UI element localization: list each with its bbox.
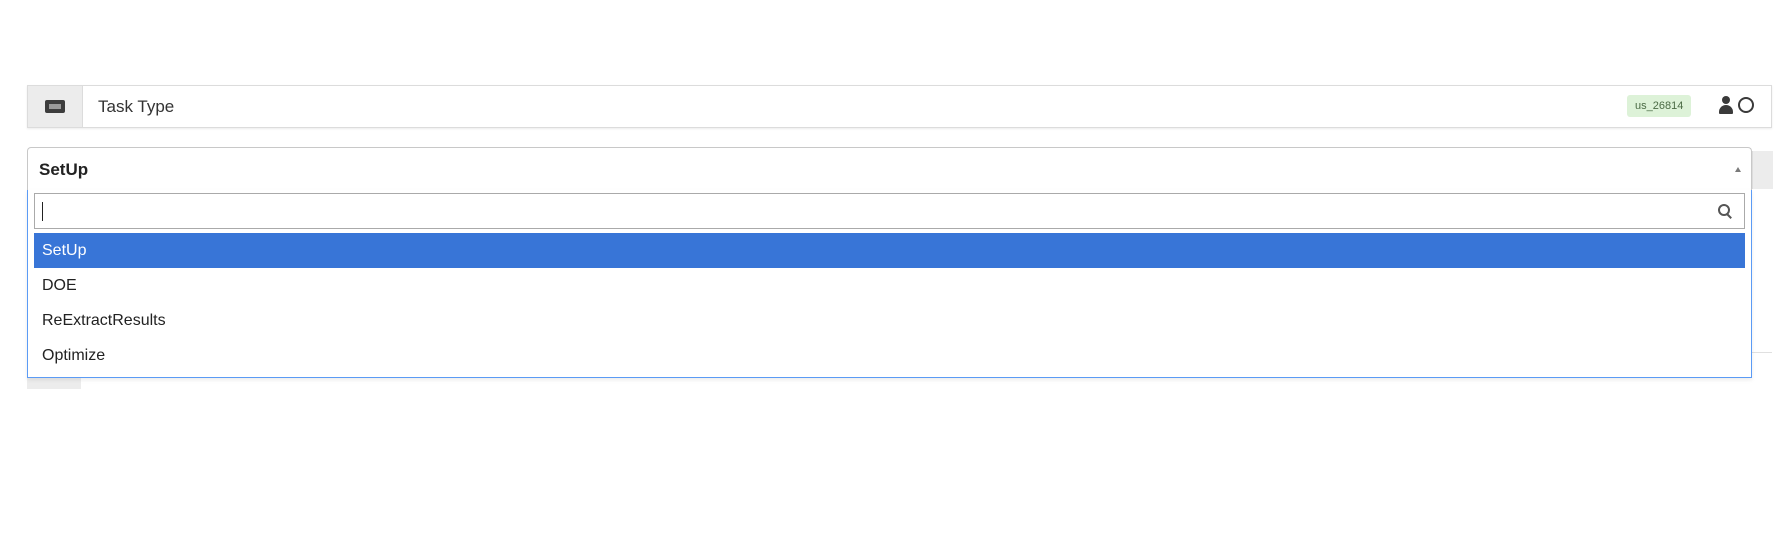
- task-type-row: Task Type us_26814: [27, 85, 1772, 128]
- text-cursor: [42, 202, 43, 221]
- task-type-select[interactable]: SetUp: [27, 147, 1752, 191]
- dropdown-panel: SetUp DOE ReExtractResults Optimize: [27, 190, 1752, 378]
- task-type-label: Task Type: [98, 97, 175, 116]
- option-setup[interactable]: SetUp: [34, 233, 1745, 268]
- person-icon[interactable]: [1718, 96, 1734, 116]
- option-optimize[interactable]: Optimize: [34, 338, 1745, 373]
- option-doe[interactable]: DOE: [34, 268, 1745, 303]
- task-type-icon-cell: [28, 86, 83, 127]
- dropdown-search[interactable]: [34, 193, 1745, 229]
- side-button-stub[interactable]: [1752, 151, 1773, 189]
- search-icon: [1718, 204, 1732, 218]
- page: Task Type us_26814 SetUp SetUp DOE ReExt…: [0, 0, 1783, 551]
- user-badge: us_26814: [1627, 95, 1692, 117]
- option-reextractresults[interactable]: ReExtractResults: [34, 303, 1745, 338]
- id-card-icon: [45, 100, 65, 113]
- search-input[interactable]: [35, 194, 1721, 228]
- option-list: SetUp DOE ReExtractResults Optimize: [34, 233, 1745, 373]
- clock-icon[interactable]: [1738, 97, 1754, 113]
- caret-up-icon[interactable]: [1735, 167, 1741, 172]
- selected-value: SetUp: [39, 160, 89, 179]
